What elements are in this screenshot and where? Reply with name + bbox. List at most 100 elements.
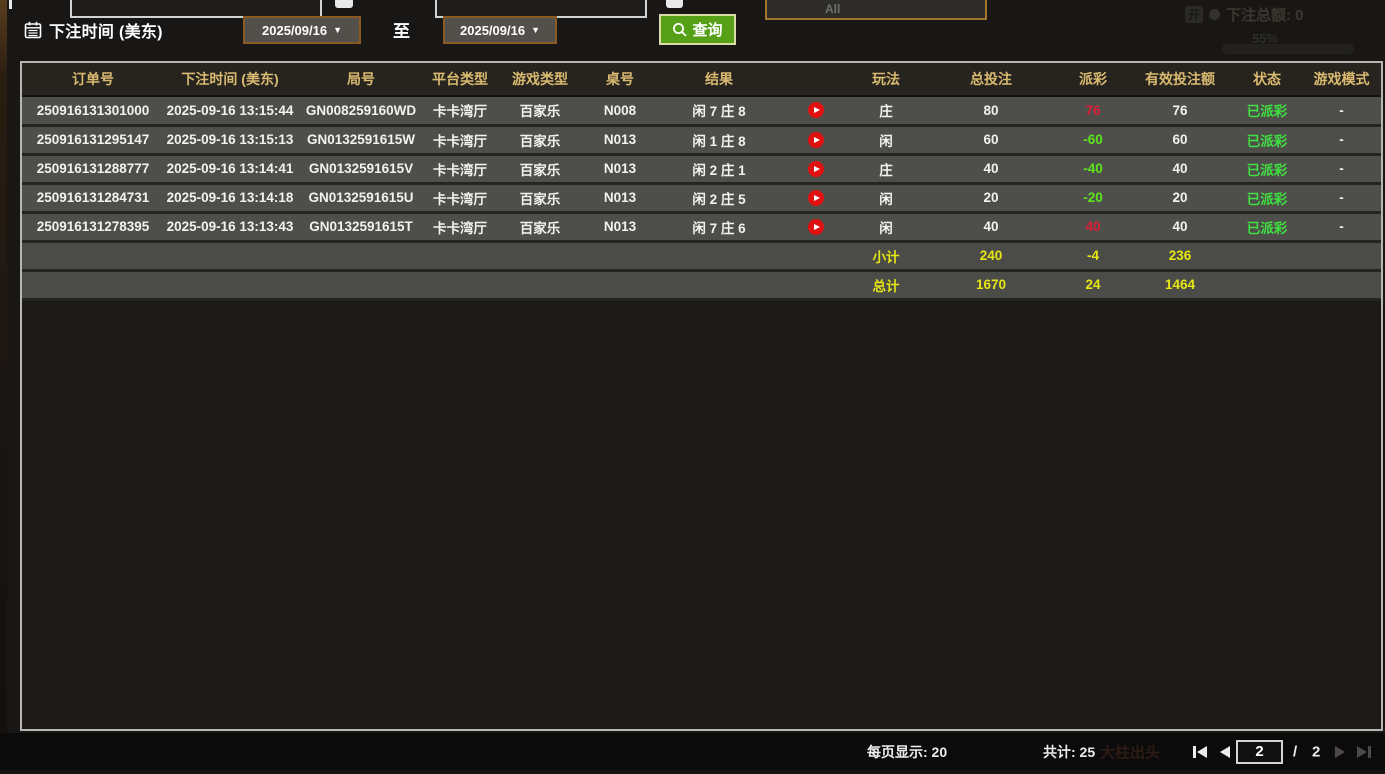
total-row: 小计 240 -4 236 <box>22 241 1381 270</box>
cell-video <box>784 212 848 241</box>
search-icon <box>672 22 688 38</box>
cell-round-id: GN0132591615W <box>296 125 426 154</box>
cell-order-id: 250916131278395 <box>22 212 164 241</box>
bottom-edge-strip <box>0 770 1385 774</box>
table-header-row: 订单号 下注时间 (美东) 局号 平台类型 游戏类型 桌号 结果 玩法 总投注 … <box>22 63 1381 96</box>
col-header-bet-time: 下注时间 (美东) <box>164 63 296 96</box>
col-header-payout: 派彩 <box>1058 63 1128 96</box>
next-page-button[interactable] <box>1335 745 1345 759</box>
cell-order-id: 250916131295147 <box>22 125 164 154</box>
cell-payout: 40 <box>1058 212 1128 241</box>
cell-game-type: 百家乐 <box>494 125 586 154</box>
cell-game-type: 百家乐 <box>494 96 586 125</box>
date-from-select[interactable]: 2025/09/16 ▼ <box>243 16 361 44</box>
cell-game-type: 百家乐 <box>494 154 586 183</box>
cell-table-no: N008 <box>586 96 654 125</box>
cell-video <box>784 96 848 125</box>
total-row: 总计 1670 24 1464 <box>22 270 1381 299</box>
col-header-result: 结果 <box>654 63 784 96</box>
cell-order-id: 250916131284731 <box>22 183 164 212</box>
first-page-button[interactable] <box>1193 745 1207 759</box>
date-from-value: 2025/09/16 <box>262 23 327 38</box>
cell-empty <box>296 270 426 299</box>
cell-order-id: 250916131301000 <box>22 96 164 125</box>
col-header-status: 状态 <box>1232 63 1302 96</box>
total-valid-bet: 1464 <box>1128 270 1232 299</box>
col-header-platform: 平台类型 <box>426 63 494 96</box>
table-row: 250916131288777 2025-09-16 13:14:41 GN01… <box>22 154 1381 183</box>
chevron-down-icon: ▼ <box>531 25 540 35</box>
cell-result: 闲 7 庄 8 <box>654 96 784 125</box>
cell-empty <box>22 270 164 299</box>
replay-play-icon[interactable] <box>808 190 824 206</box>
cell-video <box>784 125 848 154</box>
date-to-select[interactable]: 2025/09/16 ▼ <box>443 16 557 44</box>
query-button[interactable]: 查询 <box>659 14 736 45</box>
cell-result: 闲 1 庄 8 <box>654 125 784 154</box>
cell-table-no: N013 <box>586 154 654 183</box>
cell-payout: -60 <box>1058 125 1128 154</box>
cell-result: 闲 7 庄 6 <box>654 212 784 241</box>
current-page-input[interactable]: 2 <box>1236 740 1283 764</box>
table-row: 250916131284731 2025-09-16 13:14:18 GN01… <box>22 183 1381 212</box>
cell-game-type: 百家乐 <box>494 212 586 241</box>
cell-game-type: 百家乐 <box>494 183 586 212</box>
replay-play-icon[interactable] <box>808 132 824 148</box>
cell-bet-time: 2025-09-16 13:14:41 <box>164 154 296 183</box>
cell-empty <box>586 241 654 270</box>
table-row: 250916131295147 2025-09-16 13:15:13 GN01… <box>22 125 1381 154</box>
cell-game-mode: - <box>1302 183 1381 212</box>
cell-game-mode: - <box>1302 212 1381 241</box>
cutoff-dropdown-value: All <box>825 2 840 16</box>
cell-status: 已派彩 <box>1232 154 1302 183</box>
ghost-progress-bar <box>1222 44 1354 54</box>
total-total-bet: 240 <box>924 241 1058 270</box>
top-left-cutoff-fragment <box>9 0 12 9</box>
cell-empty <box>784 270 848 299</box>
date-range-to-label: 至 <box>393 17 410 42</box>
bet-time-filter: 下注时间 (美东) <box>24 17 163 43</box>
cell-game-mode: - <box>1302 154 1381 183</box>
cell-empty <box>1232 270 1302 299</box>
cell-payout: -20 <box>1058 183 1128 212</box>
cell-order-id: 250916131288777 <box>22 154 164 183</box>
chevron-down-icon: ▼ <box>333 25 342 35</box>
ghost-bet-total: 开 下注总额: 0 <box>1185 4 1304 25</box>
cell-play: 庄 <box>848 154 924 183</box>
col-header-valid-bet: 有效投注额 <box>1128 63 1232 96</box>
cell-empty <box>494 241 586 270</box>
cell-empty <box>1302 270 1381 299</box>
cell-empty <box>1232 241 1302 270</box>
cell-empty <box>164 241 296 270</box>
cell-bet-time: 2025-09-16 13:14:18 <box>164 183 296 212</box>
cell-table-no: N013 <box>586 125 654 154</box>
cell-empty <box>1302 241 1381 270</box>
cell-platform: 卡卡湾厅 <box>426 212 494 241</box>
per-page-label: 每页显示: 20 <box>867 742 947 762</box>
cell-empty <box>784 241 848 270</box>
cell-play: 庄 <box>848 96 924 125</box>
cell-valid-bet: 40 <box>1128 154 1232 183</box>
cell-result: 闲 2 庄 1 <box>654 154 784 183</box>
replay-play-icon[interactable] <box>808 161 824 177</box>
ghost-dot <box>1209 9 1220 20</box>
cell-total-bet: 40 <box>924 212 1058 241</box>
cutoff-icon-right <box>666 0 683 8</box>
replay-play-icon[interactable] <box>808 102 824 118</box>
cell-status: 已派彩 <box>1232 96 1302 125</box>
cell-total-bet: 80 <box>924 96 1058 125</box>
col-header-game-mode: 游戏模式 <box>1302 63 1381 96</box>
last-page-button[interactable] <box>1357 745 1371 759</box>
total-payout: 24 <box>1058 270 1128 299</box>
cell-empty <box>654 241 784 270</box>
replay-play-icon[interactable] <box>808 219 824 235</box>
left-edge-strip <box>0 0 7 774</box>
cell-video <box>784 183 848 212</box>
cell-empty <box>426 241 494 270</box>
cutoff-dropdown[interactable]: All <box>765 0 987 20</box>
total-label: 总计 <box>848 270 924 299</box>
cell-status: 已派彩 <box>1232 212 1302 241</box>
bet-time-filter-label: 下注时间 (美东) <box>49 18 163 42</box>
cell-result: 闲 2 庄 5 <box>654 183 784 212</box>
prev-page-button[interactable] <box>1220 745 1230 759</box>
